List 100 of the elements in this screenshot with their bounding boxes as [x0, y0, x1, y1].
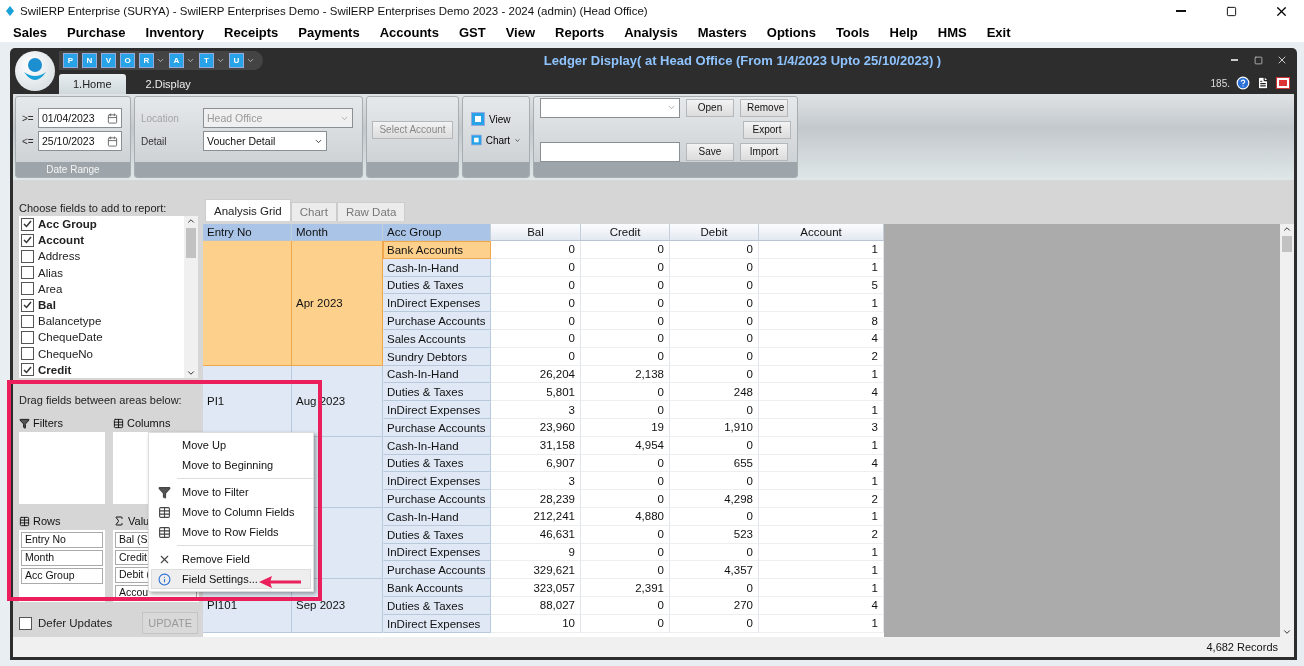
table-cell: 4,880	[581, 507, 670, 526]
table-cell: 248	[670, 383, 759, 402]
column-header[interactable]: Account	[759, 224, 884, 241]
checkbox[interactable]	[21, 347, 34, 361]
field-label: <=	[22, 135, 32, 147]
document-icon[interactable]	[1256, 76, 1270, 90]
table-cell: 0	[581, 472, 670, 491]
menu-item[interactable]: Inventory	[135, 22, 215, 42]
table-cell: 4,298	[670, 490, 759, 508]
remove-button[interactable]: Remove	[740, 98, 788, 117]
table-cell: 0	[670, 347, 759, 366]
help-icon[interactable]	[1236, 76, 1250, 90]
calendar-icon	[107, 135, 118, 147]
open-button[interactable]: Open	[686, 98, 734, 117]
column-header[interactable]: Bal	[491, 224, 581, 241]
table-cell: 0	[491, 330, 581, 348]
group-caption: Date Range	[16, 162, 130, 177]
table-cell: 9	[491, 543, 581, 562]
maximize-icon	[1253, 55, 1263, 65]
tool-icon	[471, 112, 485, 126]
date-field[interactable]: 01/04/2023	[38, 108, 122, 128]
save-button[interactable]: Save	[686, 142, 734, 161]
export-button[interactable]: Export	[743, 120, 791, 139]
table-cell: 46,631	[491, 525, 581, 544]
menu-item[interactable]: GST	[448, 22, 496, 42]
menu-item[interactable]: Tools	[825, 22, 880, 42]
table-cell: 0	[581, 330, 670, 348]
scroll-thumb[interactable]	[1282, 236, 1292, 252]
scrollbar[interactable]	[1280, 224, 1294, 637]
menu-item[interactable]: Payments	[288, 22, 370, 42]
column-header[interactable]: Acc Group	[383, 224, 491, 241]
exit-icon[interactable]	[1276, 77, 1290, 89]
menu-item[interactable]: Field Settings...	[151, 569, 311, 589]
date-field[interactable]: 25/10/2023	[38, 131, 122, 151]
checkbox[interactable]	[21, 330, 34, 344]
menu-item[interactable]: Help	[879, 22, 928, 42]
menu-item[interactable]: View	[495, 22, 546, 42]
checkbox[interactable]	[21, 314, 34, 328]
scrollbar[interactable]	[184, 216, 198, 378]
menu-item[interactable]: Reports	[545, 22, 615, 42]
group-cell: InDirect Expenses	[383, 294, 491, 313]
menu-item[interactable]: Move to Column Fields	[151, 502, 311, 522]
checkbox[interactable]	[19, 616, 32, 630]
app-logo-icon[interactable]	[15, 51, 55, 91]
menu-item[interactable]: Move to Beginning	[151, 455, 311, 475]
checkbox[interactable]	[21, 298, 34, 312]
menu-item[interactable]: Purchase	[57, 22, 136, 42]
column-header[interactable]: Debit	[670, 224, 759, 241]
table-cell: 0	[581, 614, 670, 633]
chart-button[interactable]: Chart	[469, 131, 523, 149]
checkbox[interactable]	[21, 249, 34, 263]
field-label: Account	[38, 234, 84, 247]
menu-item[interactable]: Analysis	[614, 22, 688, 42]
table-cell: 0	[670, 543, 759, 562]
view-button[interactable]: View	[469, 110, 523, 128]
area-field[interactable]: Month	[21, 550, 103, 566]
scroll-thumb[interactable]	[186, 228, 196, 258]
column-header[interactable]: Entry No	[203, 224, 292, 241]
column-header[interactable]: Credit	[581, 224, 670, 241]
table-cell: 6,907	[491, 454, 581, 473]
checkbox-label: Defer Updates	[38, 617, 113, 629]
checkbox[interactable]	[21, 233, 34, 247]
checkbox[interactable]	[21, 266, 34, 280]
table-cell: 0	[670, 472, 759, 491]
menu-item[interactable]: Receipts	[214, 22, 289, 42]
area-field[interactable]: Entry No	[21, 532, 103, 548]
area-field[interactable]: Acc Group	[21, 568, 103, 584]
menu-item[interactable]: Options	[756, 22, 826, 42]
dropdown-field[interactable]	[540, 97, 680, 118]
import-button[interactable]: Import	[740, 142, 788, 161]
field-label: Credit	[38, 363, 72, 376]
field-label: Alias	[38, 266, 63, 279]
grid-tab[interactable]: Raw Data	[336, 202, 406, 221]
table-cell: 0	[581, 596, 670, 615]
menu-item[interactable]: Move Up	[151, 435, 311, 455]
annotation-arrow	[258, 574, 302, 590]
checkbox[interactable]	[21, 282, 34, 296]
ribbon-tab[interactable]: 2.Display	[131, 74, 205, 94]
menu-item[interactable]: Exit	[976, 22, 1021, 42]
input-field[interactable]	[540, 141, 680, 162]
table-cell: 2,391	[581, 579, 670, 597]
checkbox[interactable]	[21, 363, 34, 377]
dropdown-field[interactable]: Voucher Detail	[203, 131, 327, 151]
menu-item[interactable]: Sales	[3, 22, 57, 42]
menu-item[interactable]: Remove Field	[151, 549, 311, 569]
ribbon-tab[interactable]: 1.Home	[59, 74, 126, 94]
menu-item[interactable]: Move to Row Fields	[151, 522, 311, 542]
tool-icon	[471, 133, 482, 147]
calendar-icon	[107, 112, 118, 124]
table-cell: 26,204	[491, 365, 581, 384]
menu-item[interactable]: Accounts	[369, 22, 449, 42]
grid-tab[interactable]: Chart	[290, 202, 337, 221]
menu-item[interactable]: HMS	[927, 22, 977, 42]
checkbox[interactable]	[21, 217, 34, 231]
menu-item[interactable]: Move to Filter	[151, 482, 311, 502]
table-cell: 0	[581, 454, 670, 473]
caret-icon	[667, 103, 676, 112]
grid-tab[interactable]: Analysis Grid	[205, 199, 291, 221]
column-header[interactable]: Month	[292, 224, 383, 241]
menu-item[interactable]: Masters	[687, 22, 757, 42]
